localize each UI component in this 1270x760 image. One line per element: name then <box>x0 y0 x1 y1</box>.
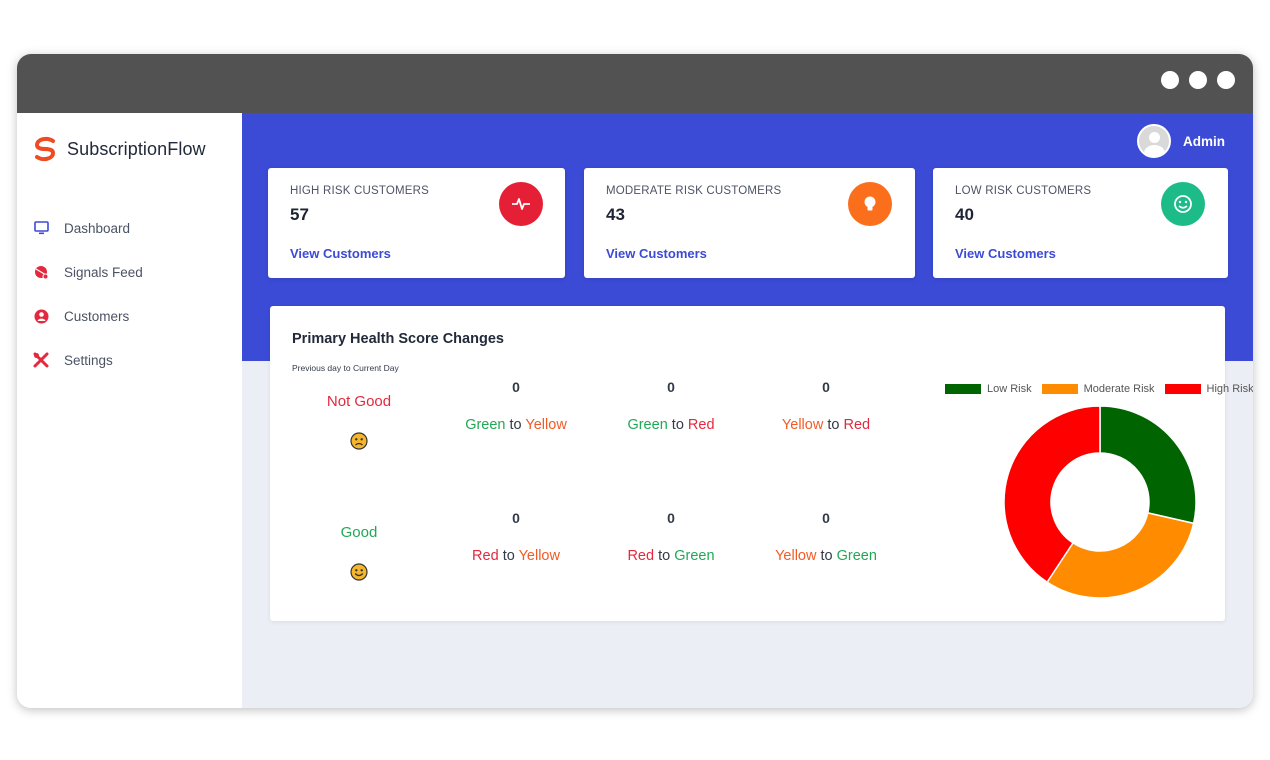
sidebar-item-label: Settings <box>64 352 113 368</box>
status-not-good: Not Good <box>326 393 392 410</box>
signal-icon <box>33 264 49 280</box>
user-name: Admin <box>1183 133 1225 149</box>
user-icon <box>33 308 49 324</box>
window-dot-icon[interactable] <box>1189 71 1207 89</box>
metric-label: Red to Green <box>627 548 715 564</box>
card-count: 57 <box>290 205 309 224</box>
low-risk-card: LOW RISK CUSTOMERS 40 View Customers <box>933 168 1228 278</box>
legend-label: Low Risk <box>987 383 1032 395</box>
donut-slice-low-risk[interactable] <box>1099 405 1197 525</box>
view-customers-link[interactable]: View Customers <box>955 246 1056 261</box>
metric-yellow-to-green: 0 Yellow to Green <box>746 510 906 564</box>
chart-legend: Low Risk Moderate Risk High Risk <box>945 383 1253 395</box>
sidebar-nav: Dashboard Signals Feed Customers Setting… <box>33 206 143 382</box>
metric-value: 0 <box>822 379 830 395</box>
metric-label: Yellow to Green <box>775 548 877 564</box>
metric-value: 0 <box>822 510 830 526</box>
app-name: SubscriptionFlow <box>67 138 206 159</box>
risk-donut-chart <box>1003 405 1197 599</box>
legend-item[interactable]: Low Risk <box>945 383 1032 395</box>
metric-green-to-red: 0 Green to Red <box>591 379 751 433</box>
moderate-risk-card: MODERATE RISK CUSTOMERS 43 View Customer… <box>584 168 915 278</box>
lightbulb-icon <box>848 182 892 226</box>
window-titlebar <box>17 54 1253 113</box>
subscriptionflow-logo-icon <box>34 136 56 162</box>
high-risk-card: HIGH RISK CUSTOMERS 57 View Customers <box>268 168 565 278</box>
view-customers-link[interactable]: View Customers <box>606 246 707 261</box>
window-dot-icon[interactable] <box>1161 71 1179 89</box>
user-menu[interactable]: Admin <box>1137 124 1225 158</box>
main-content: Admin HIGH RISK CUSTOMERS 57 View Custom… <box>242 113 1253 708</box>
card-title: MODERATE RISK CUSTOMERS <box>606 185 782 197</box>
sidebar-item-customers[interactable]: Customers <box>33 294 143 338</box>
avatar[interactable] <box>1137 124 1171 158</box>
avatar-head-icon <box>1149 132 1160 143</box>
metric-label: Green to Yellow <box>465 417 567 433</box>
app-logo[interactable]: SubscriptionFlow <box>31 135 206 163</box>
sidebar-item-settings[interactable]: Settings <box>33 338 143 382</box>
metric-label: Green to Red <box>627 417 715 433</box>
monitor-icon <box>33 220 49 236</box>
pulse-icon <box>499 182 543 226</box>
metric-value: 0 <box>667 510 675 526</box>
happy-face-icon <box>350 563 368 581</box>
status-good: Good <box>340 524 378 541</box>
card-count: 40 <box>955 205 974 224</box>
card-count: 43 <box>606 205 625 224</box>
window-controls <box>1161 71 1235 89</box>
card-title: HIGH RISK CUSTOMERS <box>290 185 430 197</box>
view-customers-link[interactable]: View Customers <box>290 246 391 261</box>
sidebar-item-label: Dashboard <box>64 220 131 236</box>
sidebar-item-dashboard[interactable]: Dashboard <box>33 206 143 250</box>
health-score-panel: Primary Health Score Changes Previous da… <box>270 306 1253 621</box>
legend-label: High Risk <box>1206 383 1253 395</box>
panel-subtitle: Previous day to Current Day <box>292 363 399 373</box>
metric-value: 0 <box>512 379 520 395</box>
metric-value: 0 <box>667 379 675 395</box>
sidebar: SubscriptionFlow Dashboard Signals Feed … <box>17 113 242 708</box>
legend-label: Moderate Risk <box>1083 383 1155 395</box>
sidebar-item-signals-feed[interactable]: Signals Feed <box>33 250 143 294</box>
metric-label: Red to Yellow <box>472 548 560 564</box>
metric-label: Yellow to Red <box>781 417 871 433</box>
card-title: LOW RISK CUSTOMERS <box>955 185 1092 197</box>
panel-title: Primary Health Score Changes <box>292 331 504 347</box>
metric-red-to-yellow: 0 Red to Yellow <box>436 510 596 564</box>
metric-red-to-green: 0 Red to Green <box>591 510 751 564</box>
metric-value: 0 <box>512 510 520 526</box>
legend-item[interactable]: Moderate Risk <box>1041 383 1155 395</box>
window-dot-icon[interactable] <box>1217 71 1235 89</box>
sidebar-item-label: Customers <box>64 308 130 324</box>
donut-slice-moderate-risk[interactable] <box>1046 512 1195 599</box>
legend-item[interactable]: High Risk <box>1164 383 1253 395</box>
tools-icon <box>33 352 49 368</box>
avatar-body-icon <box>1144 145 1165 156</box>
sidebar-item-label: Signals Feed <box>64 264 143 280</box>
metric-green-to-yellow: 0 Green to Yellow <box>436 379 596 433</box>
sad-face-icon <box>350 432 368 450</box>
legend-swatch <box>1041 384 1078 394</box>
legend-swatch <box>1164 384 1201 394</box>
metric-yellow-to-red: 0 Yellow to Red <box>746 379 906 433</box>
smile-icon <box>1161 182 1205 226</box>
browser-window: SubscriptionFlow Dashboard Signals Feed … <box>17 54 1253 708</box>
legend-swatch <box>945 384 981 394</box>
